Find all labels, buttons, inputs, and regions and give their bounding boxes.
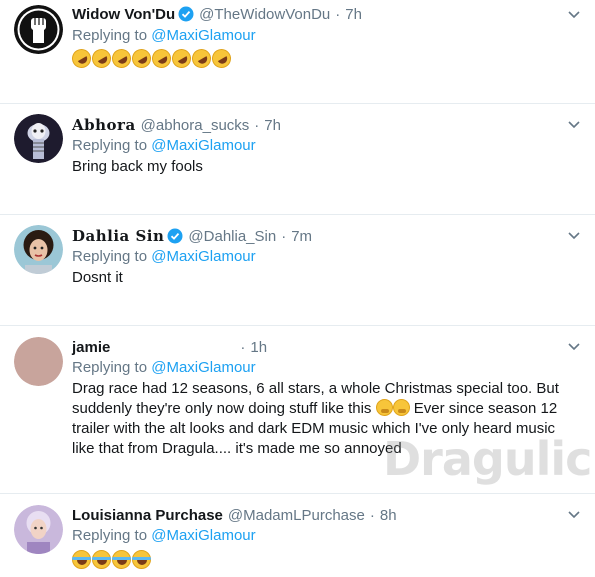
chevron-down-icon[interactable]	[567, 228, 581, 242]
separator-dot: ·	[254, 116, 260, 134]
rofl-emoji-icon	[128, 45, 155, 72]
reply-mention-link[interactable]: @MaxiGlamour	[151, 527, 255, 544]
tweet-abhora[interactable]: Abhora @abhora_sucks · 7h Replying to @M…	[0, 104, 595, 215]
tweet-emoji-text	[68, 45, 587, 72]
tweet-text-line: Drag race had 12 seasons, 6 all stars, a…	[72, 380, 559, 397]
chevron-down-icon[interactable]	[567, 117, 581, 131]
tears-of-joy-emoji-icon	[112, 550, 131, 569]
separator-dot: ·	[281, 227, 287, 245]
avatar-abhora[interactable]	[14, 114, 63, 163]
chevron-down-icon[interactable]	[567, 339, 581, 353]
avatar-image	[14, 505, 63, 554]
tweet-author-name[interactable]: jamie	[72, 339, 110, 356]
avatar-image	[14, 114, 63, 163]
rofl-emoji-icon	[208, 45, 235, 72]
verified-badge-icon	[167, 228, 183, 244]
reply-mention-link[interactable]: @MaxiGlamour	[151, 359, 255, 376]
thinking-face-emoji-icon	[375, 399, 393, 416]
raised-fist-icon	[14, 5, 63, 54]
tweet-text: Dosnt it	[72, 269, 123, 286]
separator-dot: ·	[240, 338, 246, 356]
tears-of-joy-emoji-icon	[92, 550, 111, 569]
tears-of-joy-emoji-icon	[72, 550, 91, 569]
tweet-author-handle[interactable]: @MadamLPurchase	[228, 507, 365, 524]
separator-dot: ·	[369, 506, 375, 524]
reply-mention-link[interactable]: @MaxiGlamour	[151, 27, 255, 44]
rofl-emoji-icon	[108, 45, 135, 72]
verified-badge-icon	[178, 6, 194, 22]
replying-to-label: Replying to	[72, 248, 148, 265]
tweet-timestamp[interactable]: 7m	[291, 228, 312, 245]
rofl-emoji-icon	[168, 45, 195, 72]
tweet-text-line: like that from Dragula.... it's made me …	[72, 440, 402, 457]
tweet-author-handle[interactable]: @Dahlia_Sin	[188, 228, 276, 245]
avatar-image	[14, 225, 63, 274]
avatar-widow-vondu[interactable]	[14, 5, 63, 54]
replying-to: Replying to @MaxiGlamour	[72, 137, 256, 154]
tweet-jamie[interactable]: jamie · 1h Replying to @MaxiGlamour Drag…	[0, 326, 595, 494]
tweet-text-line: trailer with the alt looks and dark EDM …	[72, 420, 556, 437]
reply-mention-link[interactable]: @MaxiGlamour	[151, 137, 255, 154]
reply-mention-link[interactable]: @MaxiGlamour	[151, 248, 255, 265]
avatar-jamie[interactable]	[14, 337, 63, 386]
tears-of-joy-emoji-icon	[132, 550, 151, 569]
separator-dot: ·	[335, 5, 341, 23]
replying-to-label: Replying to	[72, 27, 148, 44]
tweet-timestamp[interactable]: 8h	[380, 507, 397, 524]
thinking-face-emoji-icon	[392, 399, 410, 416]
tweet-louisianna-purchase[interactable]: Louisianna Purchase @MadamLPurchase · 8h…	[0, 494, 595, 577]
tweet-timestamp[interactable]: 1h	[250, 339, 267, 356]
rofl-emoji-icon	[188, 45, 215, 72]
tweet-author-name[interactable]: Louisianna Purchase	[72, 507, 223, 524]
chevron-down-icon[interactable]	[567, 7, 581, 21]
replying-to: Replying to @MaxiGlamour	[72, 27, 256, 44]
tweet-text-line: suddenly they're only now doing stuff li…	[72, 399, 587, 419]
replying-to-label: Replying to	[72, 137, 148, 154]
tweet-text-segment: Ever since season 12	[413, 400, 558, 417]
tweet-text: Drag race had 12 seasons, 6 all stars, a…	[72, 379, 587, 459]
tweet-timestamp[interactable]: 7h	[264, 117, 281, 134]
rofl-emoji-icon	[68, 45, 95, 72]
chevron-down-icon[interactable]	[567, 507, 581, 521]
replying-to-label: Replying to	[72, 359, 148, 376]
tweet-author-name[interactable]: Dahlia Sin	[72, 227, 164, 245]
tweet-text: Bring back my fools	[72, 158, 203, 175]
rofl-emoji-icon	[148, 45, 175, 72]
tweet-author-name[interactable]: Abhora	[72, 116, 136, 134]
replying-to-label: Replying to	[72, 527, 148, 544]
replying-to: Replying to @MaxiGlamour	[72, 359, 256, 376]
avatar-louisianna-purchase[interactable]	[14, 505, 63, 554]
tweet-emoji-text	[72, 550, 587, 569]
tweet-dahlia-sin[interactable]: Dahlia Sin @Dahlia_Sin · 7m Replying to …	[0, 215, 595, 326]
tweet-author-handle[interactable]: @abhora_sucks	[141, 117, 250, 134]
tweet-timestamp[interactable]: 7h	[345, 6, 362, 23]
replying-to: Replying to @MaxiGlamour	[72, 248, 256, 265]
avatar-dahlia-sin[interactable]	[14, 225, 63, 274]
replying-to: Replying to @MaxiGlamour	[72, 527, 256, 544]
avatar-image	[14, 337, 63, 386]
tweet-author-handle[interactable]: @TheWidowVonDu	[199, 6, 330, 23]
tweet-widow-vondu[interactable]: Widow Von'Du @TheWidowVonDu · 7h Replyin…	[0, 0, 595, 104]
tweet-author-name[interactable]: Widow Von'Du	[72, 6, 175, 23]
rofl-emoji-icon	[88, 45, 115, 72]
tweet-text-segment: suddenly they're only now doing stuff li…	[72, 400, 372, 417]
